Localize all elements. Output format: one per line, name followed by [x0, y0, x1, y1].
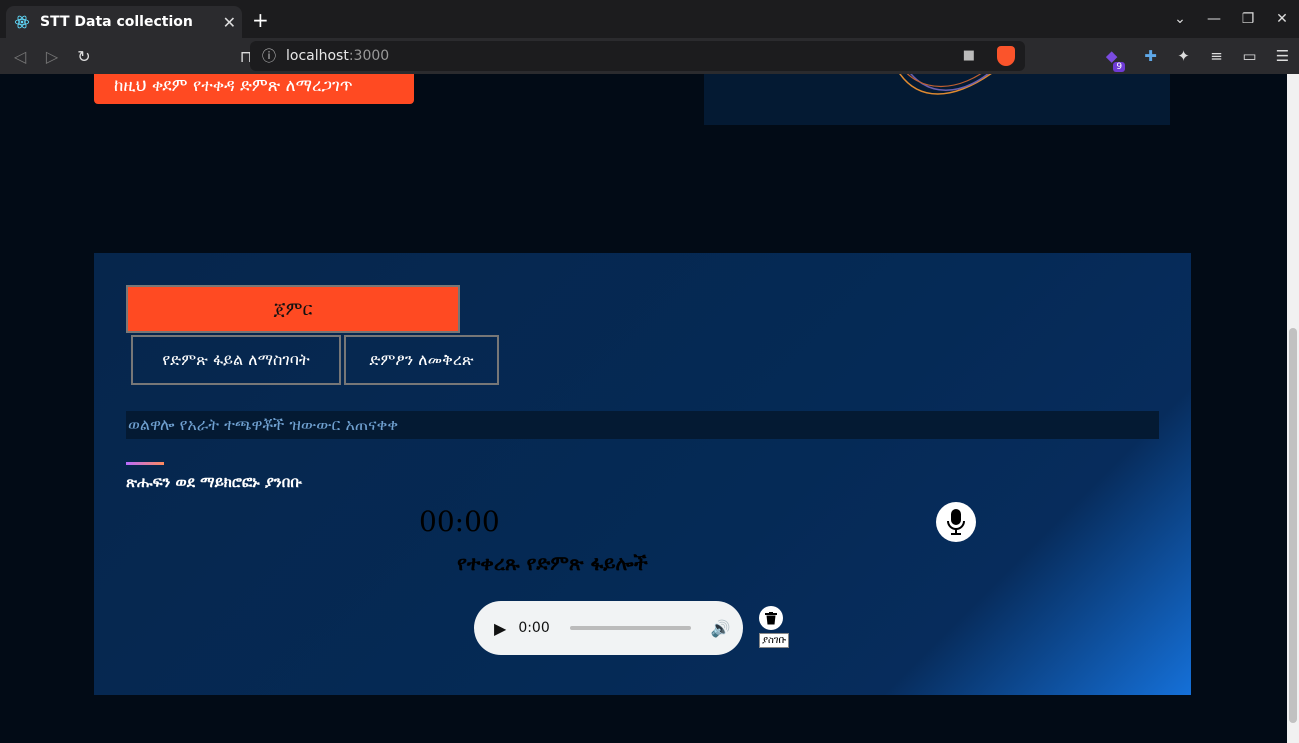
minimize-button[interactable]: — — [1197, 11, 1231, 27]
back-icon[interactable]: ◁ — [4, 47, 36, 66]
tab-search-icon[interactable]: ⌄ — [1163, 11, 1197, 27]
restore-button[interactable]: ❐ — [1231, 11, 1265, 27]
url-port: :3000 — [348, 48, 390, 64]
tab-title: STT Data collection — [40, 14, 193, 30]
close-tab-icon[interactable]: ✕ — [223, 13, 236, 32]
scrollbar-thumb[interactable] — [1289, 328, 1297, 723]
menu-icon[interactable]: ☰ — [1266, 47, 1299, 65]
microphone-icon — [947, 509, 965, 535]
volume-icon[interactable]: 🔊 — [711, 619, 731, 638]
play-icon[interactable]: ▶ — [494, 619, 506, 638]
audio-time: 0:00 — [518, 620, 550, 636]
media-icon[interactable]: ≡ — [1200, 47, 1233, 65]
camera-icon[interactable]: ■ — [963, 48, 975, 63]
extension-icon[interactable]: ◆9 — [1101, 47, 1134, 72]
page-scrollbar[interactable] — [1287, 74, 1299, 743]
forward-icon[interactable]: ▷ — [36, 47, 68, 66]
address-bar[interactable]: ⓘ localhost:3000 ■ — [250, 41, 1025, 71]
delete-recording: ያስገቡ — [759, 606, 790, 648]
reload-icon[interactable]: ↻ — [68, 47, 100, 66]
tab-upload-audio[interactable]: የድምጽ ፋይል ለማስገባት — [131, 335, 341, 385]
new-tab-button[interactable]: + — [252, 8, 269, 32]
recording-timer: 00:00 — [419, 505, 500, 538]
site-info-icon[interactable]: ⓘ — [262, 46, 276, 66]
delete-tooltip: ያስገቡ — [759, 633, 790, 648]
close-window-button[interactable]: ✕ — [1265, 11, 1299, 27]
audio-progress-track[interactable] — [569, 626, 691, 630]
translate-extension-icon[interactable]: ✚ — [1134, 47, 1167, 65]
wallet-icon[interactable]: ▭ — [1233, 47, 1266, 65]
tab-record-audio[interactable]: ድምፆን ለመቅረጽ — [344, 335, 499, 385]
read-instruction: ጽሑፍን ወደ ማይክሮፎኑ ያንበቡ — [126, 473, 302, 491]
extension-badge: 9 — [1113, 62, 1126, 72]
react-icon — [14, 15, 30, 29]
extension-icons: ◆9 ✚ ✦ ≡ ▭ ☰ — [1101, 38, 1299, 74]
brave-shields-icon[interactable] — [997, 46, 1015, 66]
prompt-sentence: ወልዋሎ የአራት ተጫዋቾች ዝውውር አጠናቀቀ — [126, 411, 1159, 439]
puzzle-icon[interactable]: ✦ — [1167, 47, 1200, 65]
browser-tab[interactable]: STT Data collection ✕ — [6, 6, 242, 38]
trash-icon — [765, 611, 777, 624]
accent-divider — [126, 462, 164, 465]
url-host: localhost — [286, 48, 349, 64]
recording-panel: ጀምር የድምጽ ፋይል ለማስገባት ድምፆን ለመቅረጽ ወልዋሎ የአራት… — [94, 253, 1191, 695]
window-controls: ⌄ — ❐ ✕ — [1163, 0, 1299, 38]
browser-toolbar: ◁ ▷ ↻ ⊓ ⓘ localhost:3000 ■ ◆9 ✚ ✦ ≡ ▭ ☰ — [0, 38, 1299, 74]
check-previous-recording-button[interactable]: ከዚህ ቀደም የተቀዳ ድምጽ ለማረጋገጥ — [94, 74, 414, 104]
microphone-button[interactable] — [936, 502, 976, 542]
browser-tab-strip: STT Data collection ✕ + ⌄ — ❐ ✕ — [0, 0, 1299, 38]
start-button[interactable]: ጀምር — [126, 285, 460, 333]
audio-player[interactable]: ▶ 0:00 🔊 — [474, 601, 743, 655]
delete-button[interactable] — [759, 606, 783, 630]
hero-image — [704, 74, 1170, 125]
recorded-files-title: የተቀረጹ የድምጽ ፋይሎች — [457, 551, 648, 575]
page-content: ከዚህ ቀደም የተቀዳ ድምጽ ለማረጋገጥ ጀምር የድምጽ ፋይል ለማስ… — [0, 74, 1287, 743]
